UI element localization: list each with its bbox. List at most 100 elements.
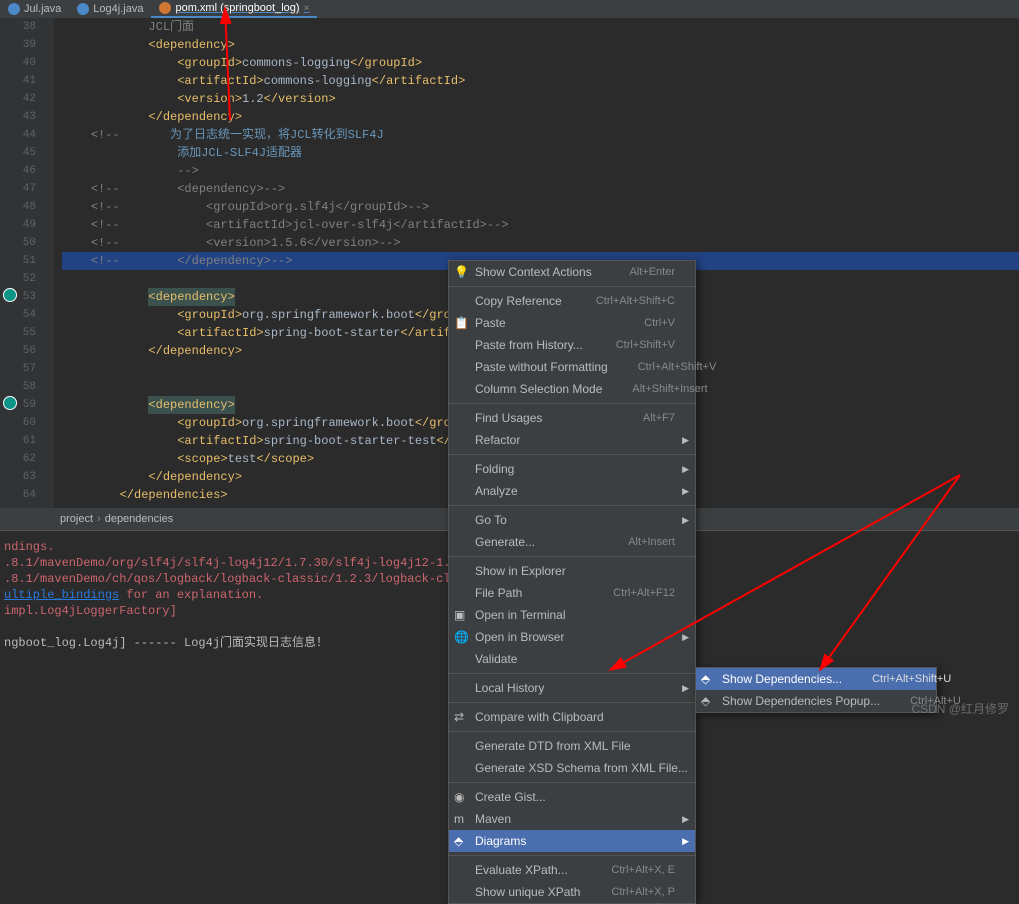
- gutter-mark-icon[interactable]: [3, 396, 17, 410]
- menu-shortcut: Ctrl+Alt+X, P: [611, 886, 675, 898]
- submenu-arrow-icon: ▶: [682, 632, 689, 643]
- menu-item[interactable]: Copy ReferenceCtrl+Alt+Shift+C: [449, 290, 695, 312]
- menu-item-label: Folding: [475, 462, 514, 476]
- menu-item-icon: m: [454, 812, 464, 826]
- menu-item-icon: 📋: [454, 316, 469, 330]
- code-line[interactable]: <version>1.2</version>: [62, 90, 1019, 108]
- menu-item-label: Show Dependencies Popup...: [722, 694, 880, 708]
- breadcrumb-item[interactable]: dependencies: [105, 513, 174, 525]
- menu-item[interactable]: ⬘Diagrams▶: [449, 830, 695, 852]
- menu-item[interactable]: mMaven▶: [449, 808, 695, 830]
- menu-shortcut: Ctrl+Alt+X, E: [611, 864, 675, 876]
- menu-item-icon: 🌐: [454, 630, 469, 644]
- menu-item[interactable]: Go To ▶: [449, 509, 695, 531]
- menu-item-icon: ⬘: [454, 834, 463, 848]
- menu-item-icon: ⇄: [454, 710, 464, 724]
- menu-item-icon: ▣: [454, 608, 465, 622]
- java-icon: [8, 3, 20, 15]
- menu-item[interactable]: ◉Create Gist...: [449, 786, 695, 808]
- menu-shortcut: Ctrl+Alt+Shift+U: [872, 673, 951, 685]
- tab-label: pom.xml (springboot_log): [175, 2, 299, 14]
- menu-item[interactable]: Generate XSD Schema from XML File...: [449, 757, 695, 779]
- menu-item[interactable]: Validate: [449, 648, 695, 670]
- menu-item[interactable]: Local History ▶: [449, 677, 695, 699]
- menu-item[interactable]: ▣ Open in Terminal: [449, 604, 695, 626]
- menu-separator: [449, 673, 695, 674]
- code-line[interactable]: <artifactId>commons-logging</artifactId>: [62, 72, 1019, 90]
- menu-item-label: Local History: [475, 681, 544, 695]
- menu-item-icon: 💡: [454, 265, 469, 279]
- menu-item[interactable]: 💡Show Context ActionsAlt+Enter: [449, 261, 695, 283]
- code-line[interactable]: <!-- 为了日志统一实现，将JCL转化到SLF4J: [62, 126, 1019, 144]
- menu-item[interactable]: ⬘Show Dependencies Popup...Ctrl+Alt+U: [696, 690, 936, 712]
- submenu-arrow-icon: ▶: [682, 515, 689, 526]
- menu-separator: [449, 454, 695, 455]
- tab-label: Log4j.java: [93, 3, 143, 15]
- menu-item[interactable]: Refactor ▶: [449, 429, 695, 451]
- menu-item-label: Maven: [475, 812, 511, 826]
- menu-item[interactable]: 📋PasteCtrl+V: [449, 312, 695, 334]
- editor-tab[interactable]: Jul.java: [0, 0, 69, 18]
- menu-item[interactable]: Column Selection ModeAlt+Shift+Insert: [449, 378, 695, 400]
- menu-item[interactable]: ⬘Show Dependencies...Ctrl+Alt+Shift+U: [696, 668, 936, 690]
- code-line[interactable]: <groupId>commons-logging</groupId>: [62, 54, 1019, 72]
- gutter-mark-icon[interactable]: [3, 288, 17, 302]
- menu-item[interactable]: Generate DTD from XML File: [449, 735, 695, 757]
- menu-item-icon: ⬘: [701, 672, 710, 686]
- menu-shortcut: Alt+F7: [643, 412, 675, 424]
- code-line[interactable]: <!-- <version>1.5.6</version>-->: [62, 234, 1019, 252]
- menu-shortcut: Ctrl+Alt+Shift+C: [596, 295, 675, 307]
- code-line[interactable]: </dependency>: [62, 108, 1019, 126]
- diagrams-submenu: ⬘Show Dependencies...Ctrl+Alt+Shift+U⬘Sh…: [695, 667, 937, 713]
- code-line[interactable]: <dependency>: [62, 36, 1019, 54]
- menu-item-label: Generate...: [475, 535, 535, 549]
- menu-item[interactable]: ⇄Compare with Clipboard: [449, 706, 695, 728]
- menu-item[interactable]: Show unique XPathCtrl+Alt+X, P: [449, 881, 695, 903]
- menu-separator: [449, 505, 695, 506]
- menu-item-label: Open in Terminal: [475, 608, 566, 622]
- submenu-arrow-icon: ▶: [682, 683, 689, 694]
- watermark: CSDN @红月修罗: [911, 700, 1009, 717]
- menu-shortcut: Ctrl+Alt+F12: [613, 587, 675, 599]
- menu-item[interactable]: Show in Explorer: [449, 560, 695, 582]
- menu-shortcut: Ctrl+Alt+Shift+V: [638, 361, 717, 373]
- menu-item-label: Show Dependencies...: [722, 672, 842, 686]
- code-line[interactable]: JCL门面: [62, 18, 1019, 36]
- menu-item-label: Show in Explorer: [475, 564, 566, 578]
- submenu-arrow-icon: ▶: [682, 435, 689, 446]
- menu-item[interactable]: Analyze▶: [449, 480, 695, 502]
- menu-item-label: Column Selection Mode: [475, 382, 602, 396]
- code-line[interactable]: 添加JCL-SLF4J适配器: [62, 144, 1019, 162]
- context-menu: 💡Show Context ActionsAlt+Enter Copy Refer…: [448, 260, 696, 904]
- menu-item[interactable]: Folding▶: [449, 458, 695, 480]
- menu-item-label: Evaluate XPath...: [475, 863, 568, 877]
- menu-item[interactable]: Paste without FormattingCtrl+Alt+Shift+V: [449, 356, 695, 378]
- code-line[interactable]: <!-- <groupId>org.slf4j</groupId>-->: [62, 198, 1019, 216]
- xml-icon: [159, 2, 171, 14]
- editor-tab[interactable]: pom.xml (springboot_log) ×: [151, 0, 317, 18]
- menu-item[interactable]: 🌐Open in Browser▶: [449, 626, 695, 648]
- code-line[interactable]: -->: [62, 162, 1019, 180]
- menu-item[interactable]: Find Usages Alt+F7: [449, 407, 695, 429]
- menu-item-label: Refactor: [475, 433, 520, 447]
- menu-item[interactable]: File PathCtrl+Alt+F12: [449, 582, 695, 604]
- menu-shortcut: Alt+Enter: [629, 266, 675, 278]
- menu-item-label: Diagrams: [475, 834, 526, 848]
- code-line[interactable]: <!-- <dependency>-->: [62, 180, 1019, 198]
- submenu-arrow-icon: ▶: [682, 486, 689, 497]
- menu-item[interactable]: Generate... Alt+Insert: [449, 531, 695, 553]
- menu-item[interactable]: Paste from History...Ctrl+Shift+V: [449, 334, 695, 356]
- editor-tab[interactable]: Log4j.java: [69, 0, 151, 18]
- menu-separator: [449, 731, 695, 732]
- menu-item-label: Create Gist...: [475, 790, 546, 804]
- code-line[interactable]: <!-- <artifactId>jcl-over-slf4j</artifac…: [62, 216, 1019, 234]
- close-icon[interactable]: ×: [304, 3, 310, 14]
- breadcrumb-item[interactable]: project: [60, 513, 93, 525]
- menu-item-label: Go To: [475, 513, 507, 527]
- menu-shortcut: Alt+Insert: [628, 536, 675, 548]
- menu-item-label: Find Usages: [475, 411, 542, 425]
- menu-separator: [449, 782, 695, 783]
- breadcrumb-separator: ›: [97, 513, 101, 525]
- menu-item[interactable]: Evaluate XPath... Ctrl+Alt+X, E: [449, 859, 695, 881]
- menu-shortcut: Ctrl+V: [644, 317, 675, 329]
